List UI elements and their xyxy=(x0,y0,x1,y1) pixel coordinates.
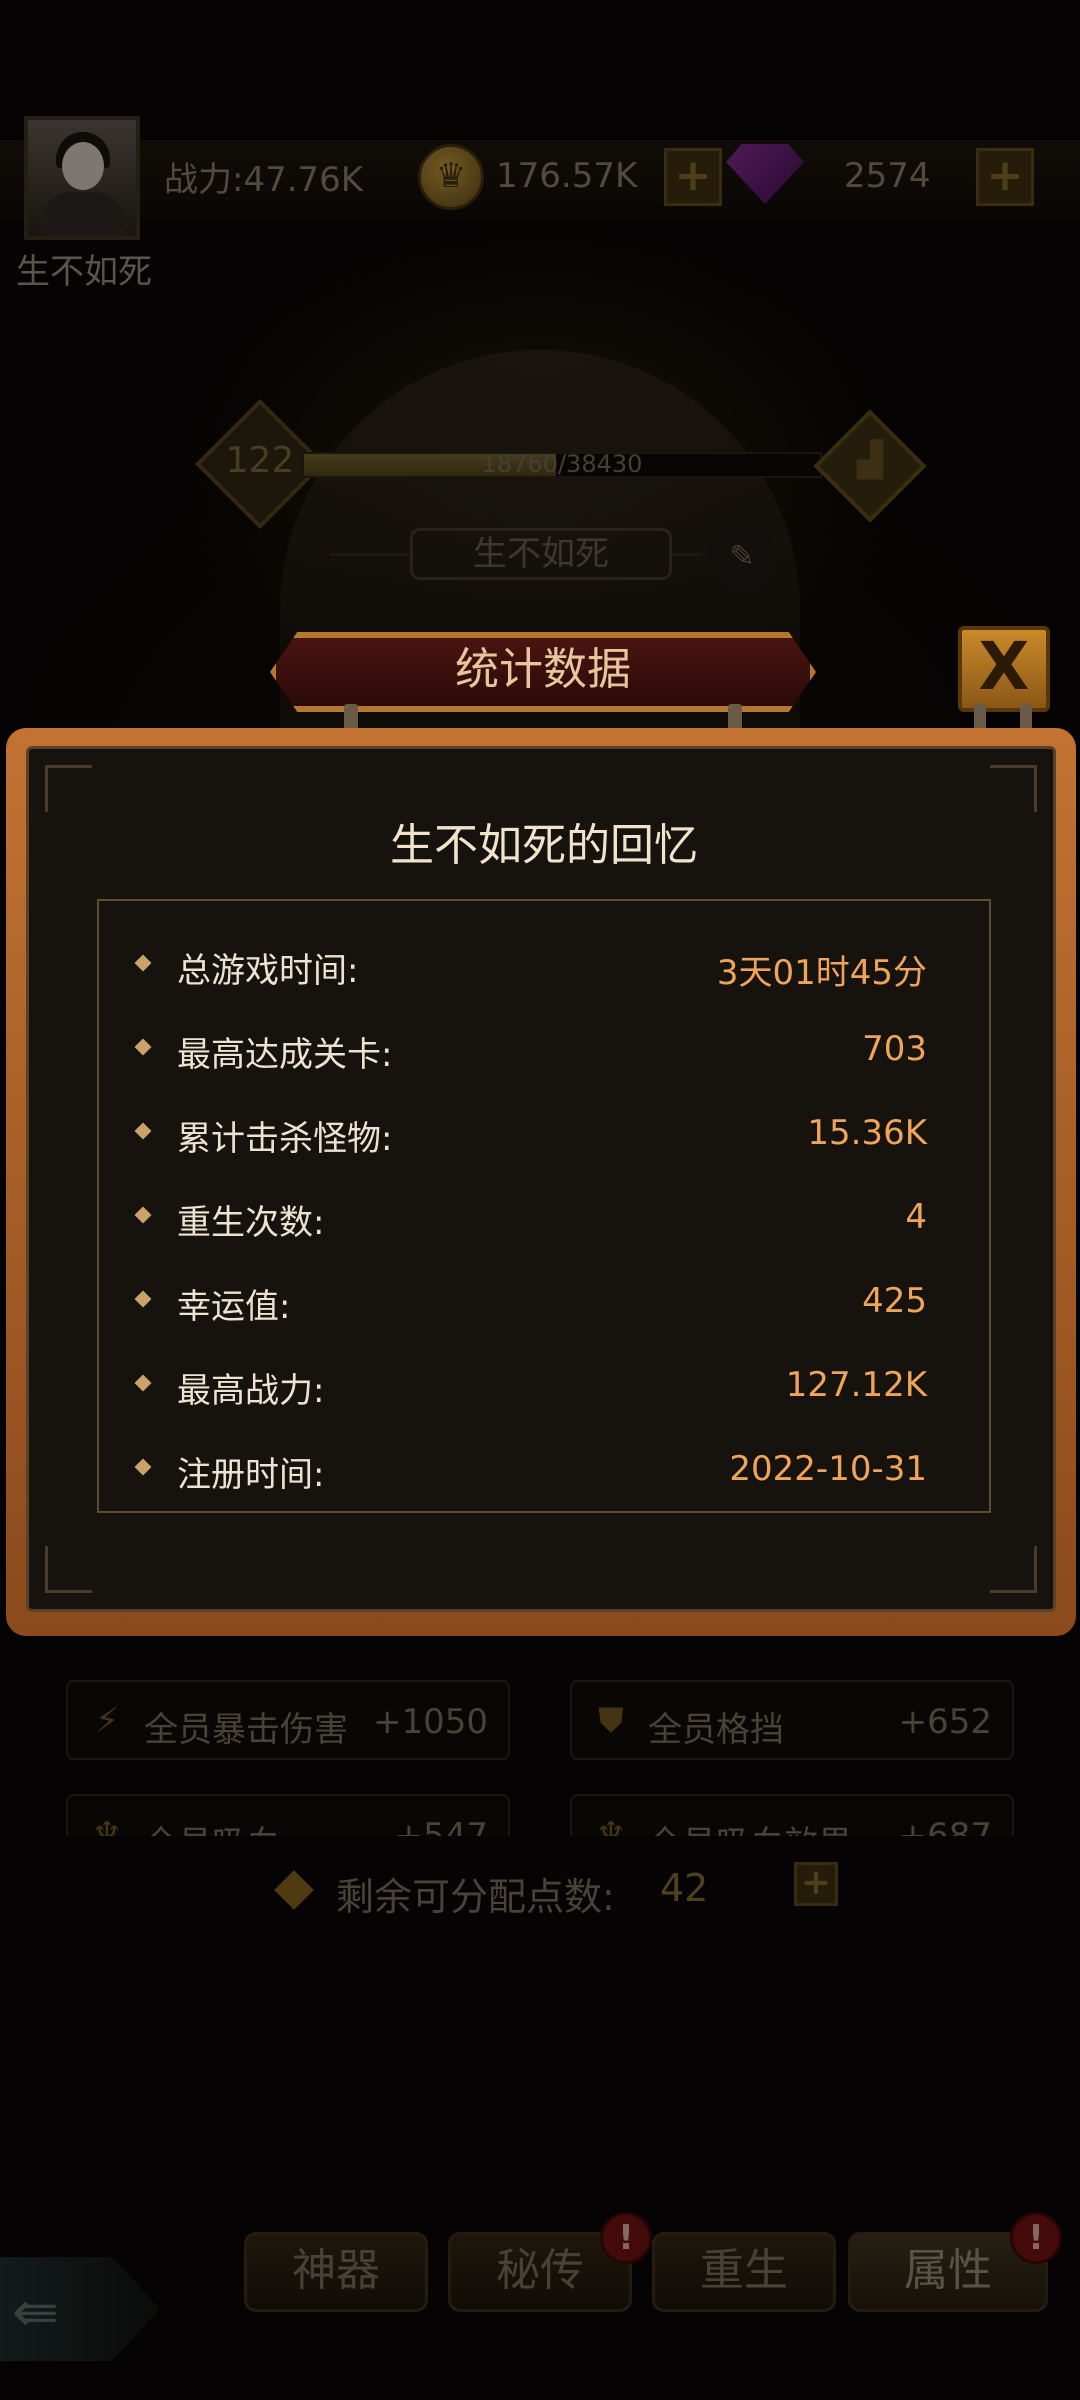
close-icon: X xyxy=(978,628,1030,705)
stat-label: 最高战力: xyxy=(177,1371,325,1411)
stat-value: 127.12K xyxy=(785,1365,927,1405)
statistics-dialog-body: 生不如死的回忆 总游戏时间: 3天01时45分 最高达成关卡: 703 累计击杀… xyxy=(26,746,1056,1612)
stat-value: 2022-10-31 xyxy=(729,1449,927,1489)
stat-value: 425 xyxy=(862,1281,927,1321)
stat-value: 3天01时45分 xyxy=(716,953,927,993)
stat-row: 最高战力: 127.12K xyxy=(99,1355,989,1415)
stat-label: 重生次数: xyxy=(177,1203,325,1243)
stat-label: 幸运值: xyxy=(177,1287,291,1327)
corner-ornament xyxy=(990,765,1037,812)
stat-value: 703 xyxy=(862,1029,927,1069)
stat-row: 总游戏时间: 3天01时45分 xyxy=(99,935,989,995)
stat-row: 重生次数: 4 xyxy=(99,1187,989,1247)
corner-ornament xyxy=(45,765,92,812)
bullet-icon xyxy=(134,1038,152,1056)
stat-row: 累计击杀怪物: 15.36K xyxy=(99,1103,989,1163)
stat-value: 15.36K xyxy=(807,1113,927,1153)
corner-ornament xyxy=(45,1546,92,1593)
stat-label: 注册时间: xyxy=(177,1455,325,1495)
stat-row: 幸运值: 425 xyxy=(99,1271,989,1331)
modal-title: 统计数据 xyxy=(455,644,631,695)
bullet-icon xyxy=(134,1206,152,1224)
stat-value: 4 xyxy=(905,1197,927,1237)
stat-label: 累计击杀怪物: xyxy=(177,1119,393,1159)
stat-label: 最高达成关卡: xyxy=(177,1035,393,1075)
stat-row: 最高达成关卡: 703 xyxy=(99,1019,989,1079)
bullet-icon xyxy=(134,1374,152,1392)
bullet-icon xyxy=(134,1458,152,1476)
stat-row: 注册时间: 2022-10-31 xyxy=(99,1439,989,1499)
bullet-icon xyxy=(134,1290,152,1308)
stat-label: 总游戏时间: xyxy=(177,951,359,991)
bullet-icon xyxy=(134,954,152,972)
stats-panel: 总游戏时间: 3天01时45分 最高达成关卡: 703 累计击杀怪物: 15.3… xyxy=(97,899,991,1513)
memory-heading: 生不如死的回忆 xyxy=(390,820,698,871)
statistics-dialog: 生不如死的回忆 总游戏时间: 3天01时45分 最高达成关卡: 703 累计击杀… xyxy=(6,728,1076,1636)
close-button[interactable]: X xyxy=(958,626,1050,712)
corner-ornament xyxy=(990,1546,1037,1593)
bullet-icon xyxy=(134,1122,152,1140)
